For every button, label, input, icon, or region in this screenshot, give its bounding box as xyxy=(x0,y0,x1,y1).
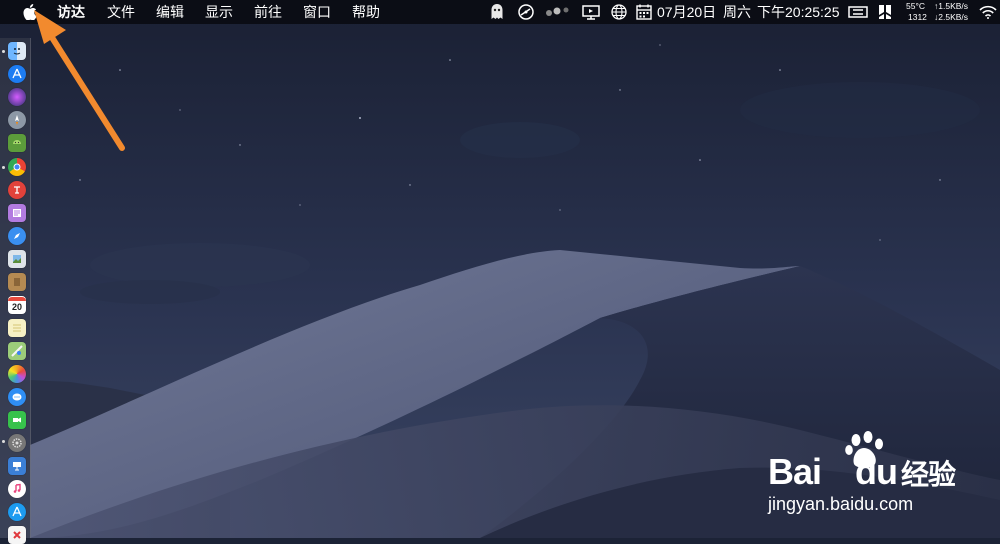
compass-sync-icon[interactable] xyxy=(516,2,536,22)
running-indicator xyxy=(2,50,5,53)
appstore-icon[interactable] xyxy=(8,65,26,83)
chrome-icon[interactable] xyxy=(8,158,26,176)
menu-view[interactable]: 显示 xyxy=(205,0,233,24)
maps-icon[interactable] xyxy=(8,342,26,360)
calendar-small-icon[interactable] xyxy=(634,2,654,22)
baidu-watermark: Bai du 经验 jingyan.baidu.com xyxy=(768,430,968,520)
system-preferences-icon[interactable] xyxy=(8,434,26,452)
dock: 20 xyxy=(0,38,31,544)
keynote-icon[interactable] xyxy=(8,457,26,475)
finder-icon[interactable] xyxy=(8,42,26,60)
itunes-icon[interactable] xyxy=(8,480,26,498)
running-indicator xyxy=(2,166,5,169)
notes-icon[interactable] xyxy=(8,319,26,337)
download-speed: ↓2.5KB/s xyxy=(934,12,969,22)
watermark-brand-cn: 经验 xyxy=(901,459,956,490)
menu-finder[interactable]: 访达 xyxy=(57,0,85,24)
watermark-brand-right: du xyxy=(855,451,898,492)
keyboard-input-icon[interactable] xyxy=(848,2,868,22)
globe-icon[interactable] xyxy=(609,2,629,22)
android-icon[interactable] xyxy=(8,134,26,152)
messages-icon[interactable] xyxy=(8,388,26,406)
menubar-weekday[interactable]: 周六 xyxy=(723,0,751,24)
upload-speed: ↑1.5KB/s xyxy=(934,1,969,11)
launchpad-icon[interactable] xyxy=(8,111,26,129)
wifi-icon[interactable] xyxy=(978,2,998,22)
menubar-time[interactable]: 下午20:25:25 xyxy=(757,0,840,24)
safari-icon[interactable] xyxy=(8,227,26,245)
appstore-icon-2[interactable] xyxy=(8,503,26,521)
split-view-icon[interactable] xyxy=(875,2,895,22)
translate-icon[interactable] xyxy=(8,181,26,199)
menu-window[interactable]: 窗口 xyxy=(303,0,331,24)
ghost-icon[interactable] xyxy=(487,2,507,22)
calendar-day: 20 xyxy=(11,301,22,312)
menu-bar: 访达 文件 编辑 显示 前往 窗口 帮助 07月20日 周六 下午20:25:2… xyxy=(0,0,1000,24)
siri-icon[interactable] xyxy=(8,88,26,106)
cpu-temperature: 55°C xyxy=(906,1,925,11)
menu-go[interactable]: 前往 xyxy=(254,0,282,24)
running-indicator xyxy=(2,440,5,443)
preview-icon[interactable] xyxy=(8,250,26,268)
menubar-date[interactable]: 07月20日 xyxy=(657,0,716,24)
menu-file[interactable]: 文件 xyxy=(107,0,135,24)
notebook-icon[interactable] xyxy=(8,273,26,291)
facetime-icon[interactable] xyxy=(8,411,26,429)
watermark-brand-left: Bai xyxy=(768,451,822,492)
pages-icon[interactable] xyxy=(8,204,26,222)
calendar-icon[interactable]: 20 xyxy=(8,296,26,314)
watermark-url: jingyan.baidu.com xyxy=(768,494,914,514)
menu-edit[interactable]: 编辑 xyxy=(156,0,184,24)
apple-icon[interactable] xyxy=(20,2,40,22)
screen-share-icon[interactable] xyxy=(581,2,601,22)
menu-help[interactable]: 帮助 xyxy=(352,0,380,24)
xmind-icon[interactable] xyxy=(8,526,26,544)
fan-speed: 1312 xyxy=(908,12,927,22)
dots-icon[interactable] xyxy=(544,2,572,22)
photos-icon[interactable] xyxy=(8,365,26,383)
